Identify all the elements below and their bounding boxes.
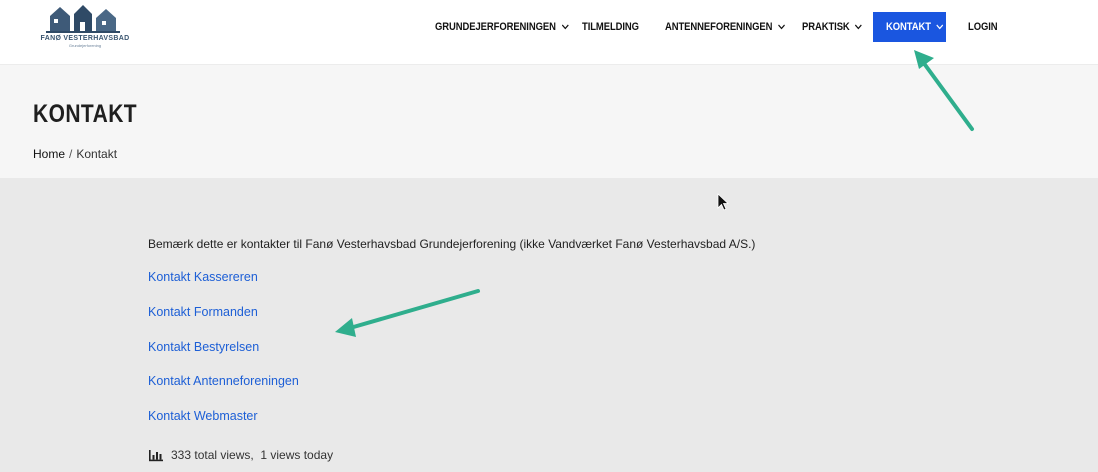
page-title: KONTAKT [33, 100, 138, 128]
breadcrumb-home-link[interactable]: Home [33, 147, 65, 161]
chevron-down-icon [777, 24, 785, 30]
nav-label: TILMELDING [582, 21, 639, 33]
chevron-down-icon [561, 24, 569, 30]
main-nav: GRUNDEJERFORENINGEN TILMELDING ANTENNEFO… [0, 12, 1098, 42]
contact-notice: Bemærk dette er kontakter til Fanø Veste… [148, 237, 756, 251]
nav-label: LOGIN [968, 21, 998, 33]
nav-label: ANTENNEFORENINGEN [665, 21, 773, 33]
breadcrumb-separator: / [69, 147, 73, 161]
nav-item-kontakt[interactable]: KONTAKT [886, 12, 944, 42]
bar-chart-icon [148, 449, 164, 462]
contact-link-antenneforeningen[interactable]: Kontakt Antenneforeningen [148, 374, 299, 388]
nav-item-praktisk[interactable]: PRAKTISK [802, 12, 863, 42]
nav-label: PRAKTISK [802, 21, 850, 33]
nav-item-login[interactable]: LOGIN [968, 12, 998, 42]
page-title-band [0, 65, 1098, 178]
contact-link-formanden[interactable]: Kontakt Formanden [148, 305, 258, 319]
logo-subtitle: Grundejerforening [68, 43, 102, 48]
contact-link-kassereren[interactable]: Kontakt Kassereren [148, 270, 258, 284]
contact-link-bestyrelsen[interactable]: Kontakt Bestyrelsen [148, 340, 259, 354]
breadcrumb-current: Kontakt [76, 147, 118, 161]
view-counter-text: 333 total views, 1 views today [171, 448, 334, 462]
chevron-down-icon [936, 24, 944, 30]
nav-label: KONTAKT [886, 21, 931, 33]
breadcrumb: Home / Kontakt [33, 147, 117, 161]
view-counter: 333 total views, 1 views today [148, 448, 333, 462]
site-header: FANØ VESTERHAVSBAD Grundejerforening GRU… [0, 0, 1098, 65]
contact-link-webmaster[interactable]: Kontakt Webmaster [148, 409, 258, 423]
nav-item-tilmelding[interactable]: TILMELDING [582, 12, 639, 42]
nav-label: GRUNDEJERFORENINGEN [435, 21, 556, 33]
nav-item-grundejerforeningen[interactable]: GRUNDEJERFORENINGEN [435, 12, 569, 42]
chevron-down-icon [855, 24, 863, 30]
nav-item-antenneforeningen[interactable]: ANTENNEFORENINGEN [665, 12, 785, 42]
main-content [0, 178, 1098, 472]
